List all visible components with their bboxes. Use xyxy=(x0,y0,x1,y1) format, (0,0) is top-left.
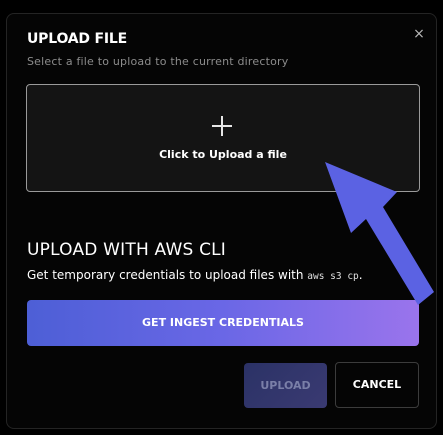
close-icon[interactable]: × xyxy=(411,26,427,42)
dialog-title: UPLOAD FILE xyxy=(27,31,127,47)
dropzone-label: Click to Upload a file xyxy=(159,148,287,161)
plus-icon xyxy=(212,116,232,136)
dialog-subtitle: Select a file to upload to the current d… xyxy=(27,55,289,68)
get-ingest-credentials-button[interactable]: GET INGEST CREDENTIALS xyxy=(27,300,419,346)
aws-cli-description-end: . xyxy=(358,268,363,282)
cancel-button[interactable]: CANCEL xyxy=(335,362,419,408)
aws-cli-description: Get temporary credentials to upload file… xyxy=(27,268,363,282)
upload-button[interactable]: UPLOAD xyxy=(244,363,327,408)
aws-cli-command: aws s3 cp xyxy=(307,271,359,282)
aws-cli-section-title: UPLOAD WITH AWS CLI xyxy=(27,240,227,260)
file-dropzone[interactable] xyxy=(26,84,420,192)
aws-cli-description-text: Get temporary credentials to upload file… xyxy=(27,268,308,282)
